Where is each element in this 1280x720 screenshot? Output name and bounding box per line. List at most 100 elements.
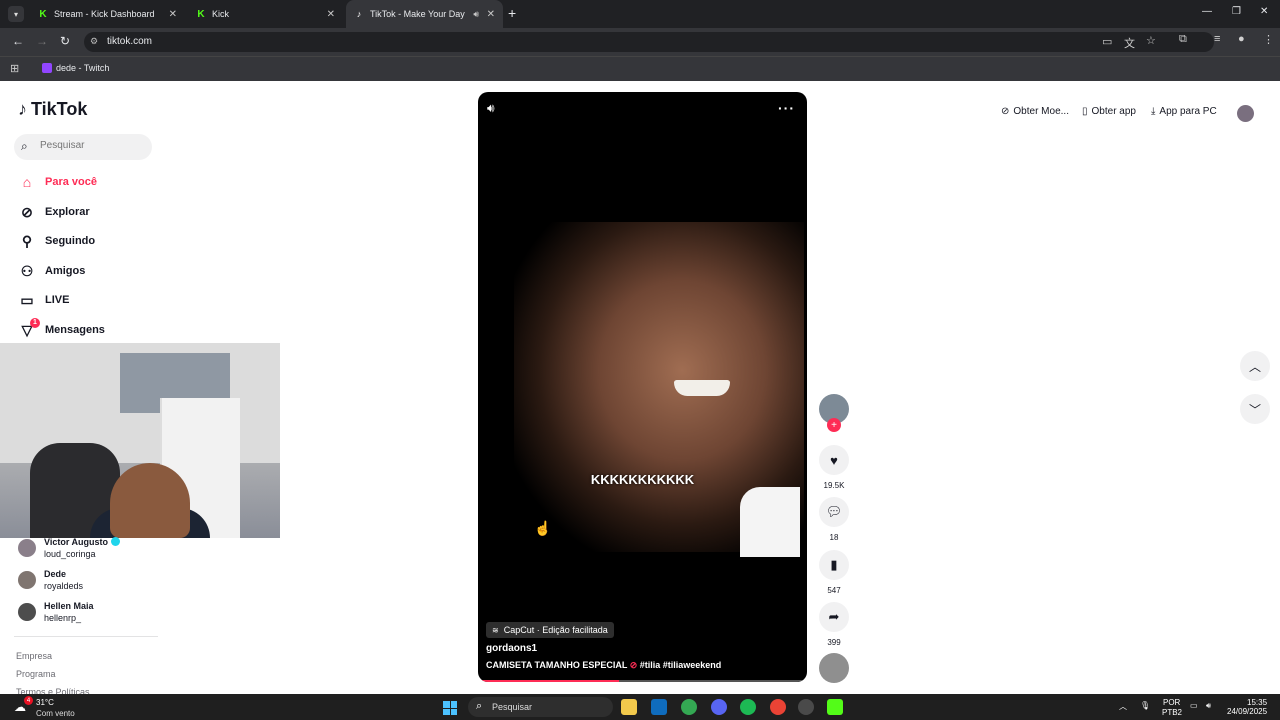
- streamer-face: [110, 463, 190, 538]
- follow-plus-icon[interactable]: +: [827, 418, 841, 432]
- hashtag-link[interactable]: #tiliaweekend: [663, 660, 722, 670]
- weather-condition: Com vento: [36, 709, 75, 718]
- kick-app-icon[interactable]: [827, 699, 843, 715]
- spotify-icon[interactable]: [740, 699, 756, 715]
- get-coins-button[interactable]: ⊘ Obter Moe...: [1001, 106, 1069, 117]
- chevron-up-icon[interactable]: ︿: [1240, 351, 1270, 381]
- nav-label: Mensagens: [45, 324, 105, 336]
- close-icon[interactable]: ✕: [487, 9, 495, 20]
- cast-icon[interactable]: ▭: [1102, 35, 1112, 48]
- audio-icon[interactable]: 🔊︎: [473, 9, 479, 20]
- chrome-icon[interactable]: [681, 699, 697, 715]
- chrome-active-icon[interactable]: [770, 699, 786, 715]
- forward-icon[interactable]: →: [36, 34, 48, 48]
- back-icon[interactable]: ←: [12, 34, 24, 48]
- bookmark-twitch[interactable]: dede - Twitch: [42, 63, 109, 73]
- download-icon: ⤓: [1151, 106, 1156, 117]
- obs-icon[interactable]: [798, 699, 814, 715]
- save-action[interactable]: ▮ 547: [819, 550, 849, 595]
- address-bar[interactable]: ⚙ tiktok.com ▭ 文 ☆: [84, 32, 1214, 52]
- nav-messages[interactable]: ▽ 1 Mensagens: [18, 317, 105, 341]
- tray-chevron-icon[interactable]: ︿: [1119, 701, 1127, 712]
- taskbar-clock[interactable]: 15:35 24/09/2025: [1227, 698, 1267, 716]
- video-player[interactable]: 🔊︎ ··· KKKKKKKKKKK ≋ CapCut · Edição fac…: [478, 92, 807, 682]
- volume-tray-icon[interactable]: 🔊︎: [1206, 701, 1211, 711]
- nav-label: Amigos: [45, 265, 86, 277]
- media-icon[interactable]: ≡: [1214, 33, 1220, 45]
- nav-label: Seguindo: [45, 235, 96, 247]
- discord-icon[interactable]: [711, 699, 727, 715]
- tab-tiktok[interactable]: ♪ TikTok - Make Your Day 🔊︎ ✕: [346, 0, 503, 28]
- tab-title: TikTok - Make Your Day: [370, 9, 465, 19]
- translate-icon[interactable]: 文: [1124, 35, 1135, 51]
- nav-label: Para você: [45, 176, 97, 188]
- apps-grid-icon[interactable]: ⊞: [10, 62, 19, 75]
- following-icon: ⚲: [21, 232, 33, 249]
- date: 24/09/2025: [1227, 707, 1268, 716]
- avatar: [18, 603, 36, 621]
- reload-icon[interactable]: ↻: [60, 34, 70, 48]
- minimize-icon[interactable]: —: [1202, 6, 1212, 17]
- heart-icon[interactable]: ♥: [819, 445, 849, 475]
- user-avatar[interactable]: [1237, 105, 1254, 122]
- keyboard-layout[interactable]: PTB2: [1162, 708, 1182, 717]
- mic-icon[interactable]: 🎙︎: [1140, 701, 1150, 710]
- get-app-button[interactable]: ▯ Obter app: [1082, 106, 1136, 117]
- comment-icon[interactable]: 💬︎: [819, 497, 849, 527]
- share-action[interactable]: ➦ 399: [819, 602, 849, 647]
- volume-icon[interactable]: 🔊︎: [487, 101, 495, 116]
- nav-for-you[interactable]: ⌂ Para você: [18, 171, 97, 193]
- new-tab-button[interactable]: +: [508, 5, 516, 21]
- like-action[interactable]: ♥ 19.5K: [819, 445, 849, 490]
- bookmark-label: dede - Twitch: [56, 63, 110, 73]
- hashtag-link[interactable]: #tilia: [640, 660, 661, 670]
- live-icon: ▭: [20, 291, 34, 308]
- footer-link-company[interactable]: Empresa: [16, 651, 52, 661]
- nav-friends[interactable]: ⚇ Amigos: [18, 260, 86, 282]
- search-box[interactable]: ⌕: [14, 134, 152, 160]
- url-text[interactable]: tiktok.com: [107, 36, 152, 47]
- tab-kick[interactable]: K Kick ✕: [188, 0, 343, 28]
- twitch-icon: [42, 63, 52, 73]
- close-icon[interactable]: ✕: [169, 9, 177, 20]
- taskbar-search[interactable]: ⌕ Pesquisar: [468, 697, 613, 717]
- windows-start-icon[interactable]: [443, 701, 457, 715]
- network-icon[interactable]: ▭: [1190, 701, 1198, 710]
- webcam-overlay: [0, 343, 280, 538]
- video-progress-fill: [478, 680, 620, 682]
- tiktok-logo[interactable]: ♪ TikTok: [18, 99, 87, 120]
- window-close-icon[interactable]: ✕: [1260, 6, 1268, 17]
- nav-explore[interactable]: ⊘ Explorar: [18, 201, 90, 223]
- music-disc-avatar[interactable]: [819, 653, 849, 683]
- profile-avatar-icon[interactable]: ●: [1238, 33, 1245, 45]
- bookmark-star-icon[interactable]: ☆: [1146, 34, 1156, 47]
- button-label: Obter app: [1091, 106, 1136, 117]
- file-explorer-icon[interactable]: [621, 699, 637, 715]
- menu-icon[interactable]: ⋮: [1263, 33, 1274, 46]
- tab-kick-dashboard[interactable]: K Stream - Kick Dashboard ✕: [30, 0, 185, 28]
- outlook-icon[interactable]: [651, 699, 667, 715]
- video-progress-bar[interactable]: [478, 680, 807, 682]
- extensions-icon[interactable]: ⧉: [1179, 33, 1187, 46]
- video-author[interactable]: gordaons1: [486, 643, 537, 654]
- nav-live[interactable]: ▭ LIVE: [18, 289, 69, 311]
- tab-search-button[interactable]: ▾: [8, 6, 24, 22]
- language-indicator[interactable]: POR: [1163, 698, 1180, 707]
- weather-badge: 4: [24, 696, 33, 705]
- chevron-down-icon[interactable]: ﹀: [1240, 394, 1270, 424]
- restore-icon[interactable]: ❐: [1232, 6, 1241, 17]
- capcut-badge[interactable]: ≋ CapCut · Edição facilitada: [486, 622, 614, 638]
- bookmark-icon[interactable]: ▮: [819, 550, 849, 580]
- pc-app-button[interactable]: ⤓ App para PC: [1151, 106, 1217, 117]
- close-icon[interactable]: ✕: [327, 9, 335, 20]
- tab-title: Stream - Kick Dashboard: [54, 9, 155, 19]
- account-handle: loud_coringa: [44, 549, 96, 559]
- search-input[interactable]: [40, 140, 140, 151]
- nav-following[interactable]: ⚲ Seguindo: [18, 230, 95, 252]
- more-options-icon[interactable]: ···: [778, 100, 795, 116]
- share-icon[interactable]: ➦: [819, 602, 849, 632]
- tiktok-icon: ♪: [356, 9, 362, 19]
- footer-link-program[interactable]: Programa: [16, 669, 56, 679]
- site-info-icon[interactable]: ⚙: [90, 36, 98, 47]
- comment-action[interactable]: 💬︎ 18: [819, 497, 849, 542]
